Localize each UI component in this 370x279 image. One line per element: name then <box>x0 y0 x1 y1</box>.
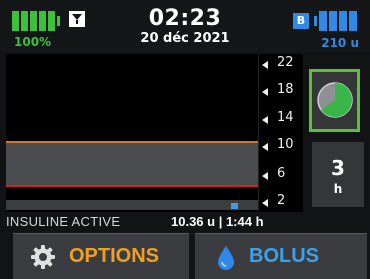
reservoir-icon <box>314 11 357 31</box>
insulin-active-label: INSULINE ACTIVE <box>6 214 121 229</box>
active-insulin-button[interactable] <box>309 69 360 132</box>
pie-chart-icon <box>317 82 353 118</box>
graph-hours-button[interactable]: 3 h <box>312 142 364 207</box>
gear-icon <box>31 245 55 269</box>
tick-arrow-icon <box>262 143 268 151</box>
options-label: OPTIONS <box>69 245 160 267</box>
water-drop-icon <box>218 246 234 270</box>
y-tick: 14 <box>277 110 294 125</box>
y-tick: 10 <box>277 137 294 152</box>
tick-arrow-icon <box>262 88 268 96</box>
bolus-button[interactable]: BOLUS <box>195 233 367 279</box>
y-axis: 22 18 14 10 6 2 <box>258 54 303 212</box>
bolus-timeline <box>6 200 258 210</box>
status-bar: 100% 02:23 20 déc 2021 B 210 u <box>0 0 370 52</box>
tick-arrow-icon <box>262 199 268 207</box>
bolus-marker <box>231 203 238 209</box>
hours-value: 3 <box>331 156 345 180</box>
tick-arrow-icon <box>262 116 268 124</box>
clock-date: 20 déc 2021 <box>140 31 230 46</box>
y-tick: 22 <box>277 55 294 70</box>
hours-unit: h <box>333 182 343 196</box>
tick-arrow-icon <box>262 172 268 180</box>
y-tick: 2 <box>277 193 286 208</box>
y-tick: 18 <box>277 82 294 97</box>
insulin-active-row: INSULINE ACTIVE 10.36 u | 1:44 h <box>0 213 370 231</box>
y-tick: 6 <box>277 166 286 181</box>
reservoir-units: 210 u <box>321 36 359 50</box>
options-button[interactable]: OPTIONS <box>13 233 189 279</box>
tick-arrow-icon <box>262 61 268 69</box>
insulin-active-value: 10.36 u | 1:44 h <box>171 214 264 229</box>
bolus-label: BOLUS <box>249 245 319 267</box>
b-badge: B <box>293 13 309 29</box>
target-range-band <box>6 141 258 187</box>
glucose-graph <box>6 54 258 212</box>
